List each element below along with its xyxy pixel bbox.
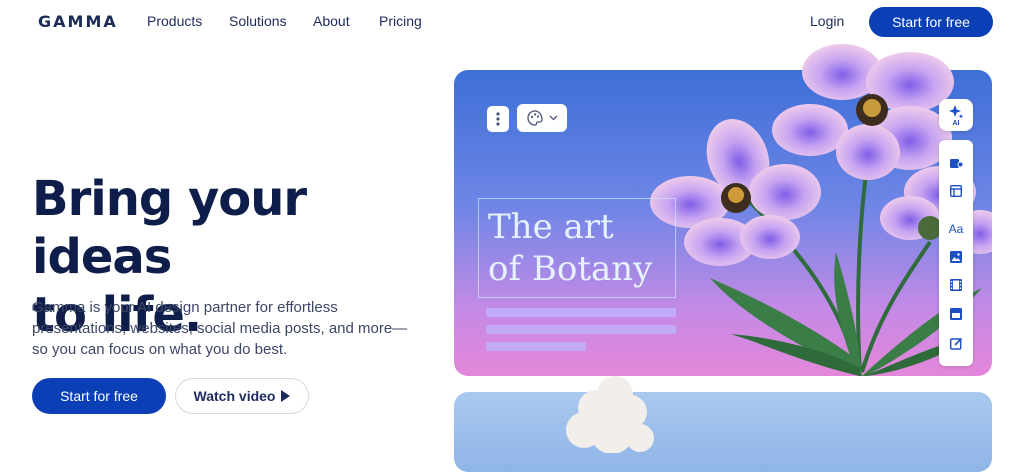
nav-start-free-button[interactable]: Start for free: [869, 7, 993, 37]
toolbar-form-button[interactable]: [939, 332, 973, 354]
toolbar-video-button[interactable]: [939, 274, 973, 296]
gamma-logo[interactable]: GAMMA: [38, 12, 118, 31]
embed-icon: [950, 308, 962, 320]
toolbar-image-button[interactable]: [939, 246, 973, 268]
sparkle-ai-icon: [949, 104, 964, 119]
hero-subtitle: Gamma is your AI design partner for effo…: [32, 299, 408, 358]
insert-toolbar: Aa: [939, 140, 973, 366]
toolbar-text-button[interactable]: Aa: [939, 218, 973, 240]
theme-picker-button[interactable]: [517, 104, 567, 132]
preview-title-line-2: of Botany: [488, 249, 653, 289]
more-options-button[interactable]: [487, 106, 509, 132]
watch-video-label: Watch video: [193, 388, 276, 404]
nav-about[interactable]: About: [313, 13, 350, 29]
palette-icon: [526, 110, 543, 126]
ai-assist-button[interactable]: AI: [939, 99, 973, 131]
toolbar-embed-button[interactable]: [939, 303, 973, 325]
more-vertical-icon: [496, 112, 500, 126]
chevron-down-icon: [549, 115, 557, 121]
placeholder-text-line: [486, 342, 586, 351]
toolbar-blocks-button[interactable]: [939, 152, 973, 174]
watch-video-button[interactable]: Watch video: [175, 378, 309, 414]
edit-form-icon: [949, 337, 962, 350]
nav-products[interactable]: Products: [147, 13, 202, 29]
login-link[interactable]: Login: [810, 13, 844, 29]
font-icon: Aa: [948, 222, 964, 236]
ai-badge: AI: [952, 119, 960, 127]
play-icon: [281, 390, 291, 402]
placeholder-text-line: [486, 325, 676, 334]
image-icon: [950, 251, 962, 263]
nav-pricing[interactable]: Pricing: [379, 13, 422, 29]
preview-title-line-1: The art: [488, 207, 614, 247]
hero-title-line-1: Bring your ideas: [32, 171, 307, 285]
toolbar-layout-button[interactable]: [939, 180, 973, 202]
cloud-illustration: [566, 376, 654, 453]
blocks-icon: [949, 159, 963, 168]
hero-start-free-button[interactable]: Start for free: [32, 378, 166, 414]
film-icon: [950, 279, 962, 291]
top-nav: GAMMA Products Solutions About Pricing L…: [0, 0, 1024, 44]
preview-card-second: [454, 392, 992, 472]
nav-solutions[interactable]: Solutions: [229, 13, 287, 29]
layout-icon: [950, 185, 962, 197]
preview-title: The art of Botany: [488, 206, 652, 290]
placeholder-text-line: [486, 308, 676, 317]
